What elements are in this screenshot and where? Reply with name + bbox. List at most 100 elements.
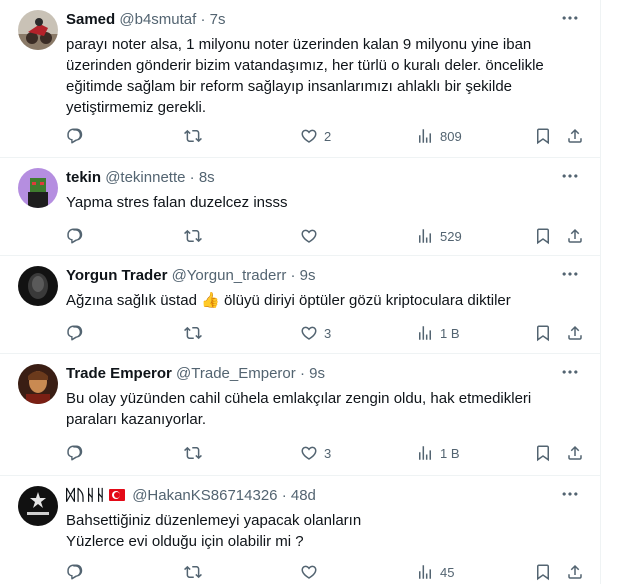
tweet-header: tekin @tekinnette · 8s <box>66 169 215 186</box>
share-button[interactable] <box>566 443 584 463</box>
views-count: 809 <box>440 128 462 144</box>
views-icon <box>416 227 434 245</box>
more-icon[interactable] <box>560 166 580 186</box>
reply-icon <box>66 227 84 245</box>
user-handle[interactable]: @HakanKS86714326 <box>132 487 277 504</box>
reply-button[interactable] <box>66 443 84 463</box>
retweet-button[interactable] <box>184 443 202 463</box>
views-button[interactable]: 1 B <box>416 323 460 343</box>
share-button[interactable] <box>566 126 584 146</box>
heart-icon <box>300 227 318 245</box>
like-count: 2 <box>324 128 332 144</box>
user-handle[interactable]: @tekinnette <box>105 169 185 186</box>
tweet-text: Yapma stres falan duzelcez insss <box>66 194 288 211</box>
bookmark-icon <box>534 127 552 145</box>
bookmark-button[interactable] <box>534 126 552 146</box>
avatar[interactable] <box>18 168 58 208</box>
tweet[interactable]: Trade Emperor @Trade_Emperor · 9s Bu ola… <box>0 354 600 476</box>
share-icon <box>566 227 584 245</box>
user-handle[interactable]: @Trade_Emperor <box>176 365 296 382</box>
bookmark-button[interactable] <box>534 323 552 343</box>
retweet-button[interactable] <box>184 226 202 246</box>
tweet-text: Bahsettiğiniz düzenlemeyi yapacak olanla… <box>66 510 566 552</box>
tweet-header: Samed @b4smutaf · 7s <box>66 11 226 28</box>
more-icon[interactable] <box>560 362 580 382</box>
share-button[interactable] <box>566 562 584 582</box>
tweet[interactable]: Yorgun Trader @Yorgun_traderr · 9s Ağzın… <box>0 256 600 354</box>
display-name[interactable]: Yorgun Trader <box>66 267 167 284</box>
like-count: 3 <box>324 325 332 341</box>
retweet-icon <box>184 127 202 145</box>
timestamp[interactable]: 8s <box>199 169 215 186</box>
tweet-actions: 3 1 B <box>58 323 594 343</box>
tweet-actions: 2 809 <box>58 126 594 146</box>
user-handle[interactable]: @Yorgun_traderr <box>172 267 287 284</box>
views-count: 1 B <box>440 325 460 341</box>
views-icon <box>416 127 434 145</box>
display-name[interactable]: Samed <box>66 11 115 28</box>
tweet[interactable]: tekin @tekinnette · 8s Yapma stres falan… <box>0 158 600 256</box>
like-button[interactable] <box>300 562 318 582</box>
tweet-actions: 3 1 B <box>58 443 594 463</box>
avatar[interactable] <box>18 486 58 526</box>
tweet-text: parayı noter alsa, 1 milyonu noter üzeri… <box>66 36 544 116</box>
thumbs-up-emoji: 👍 <box>201 292 220 309</box>
views-button[interactable]: 45 <box>416 562 454 582</box>
reply-button[interactable] <box>66 323 84 343</box>
views-button[interactable]: 1 B <box>416 443 460 463</box>
avatar[interactable] <box>18 10 58 50</box>
separator-dot: · <box>281 487 287 504</box>
timestamp[interactable]: 9s <box>300 267 316 284</box>
retweet-icon <box>184 227 202 245</box>
like-button[interactable]: 3 <box>300 443 331 463</box>
share-button[interactable] <box>566 323 584 343</box>
more-icon[interactable] <box>560 484 580 504</box>
timestamp[interactable]: 9s <box>309 365 325 382</box>
more-icon[interactable] <box>560 8 580 28</box>
tweet-text: Bu olay yüzünden cahil cühela emlakçılar… <box>66 390 532 428</box>
views-button[interactable]: 809 <box>416 126 462 146</box>
bookmark-button[interactable] <box>534 443 552 463</box>
retweet-icon <box>184 444 202 462</box>
tweet-actions: 529 <box>58 226 594 246</box>
display-name[interactable]: ᛞᚢᚺᚺ <box>66 487 106 504</box>
timestamp[interactable]: 7s <box>210 11 226 28</box>
reply-button[interactable] <box>66 226 84 246</box>
share-button[interactable] <box>566 226 584 246</box>
bookmark-button[interactable] <box>534 562 552 582</box>
reply-button[interactable] <box>66 126 84 146</box>
more-icon[interactable] <box>560 264 580 284</box>
avatar[interactable] <box>18 266 58 306</box>
bookmark-icon <box>534 324 552 342</box>
share-icon <box>566 127 584 145</box>
tweet-header: Yorgun Trader @Yorgun_traderr · 9s <box>66 267 316 284</box>
separator-dot: · <box>189 169 195 186</box>
retweet-button[interactable] <box>184 126 202 146</box>
timeline-feed: Samed @b4smutaf · 7s parayı noter alsa, … <box>0 0 601 584</box>
views-icon <box>416 563 434 581</box>
separator-dot: · <box>200 11 206 28</box>
tweet-text-part: Ağzına sağlık üstad <box>66 292 202 309</box>
like-button[interactable] <box>300 226 318 246</box>
avatar[interactable] <box>18 364 58 404</box>
tweet-header: Trade Emperor @Trade_Emperor · 9s <box>66 365 325 382</box>
tweet[interactable]: ᛞᚢᚺᚺ @HakanKS86714326 · 48d Bahsettiğini… <box>0 476 600 584</box>
like-button[interactable]: 3 <box>300 323 331 343</box>
display-name[interactable]: Trade Emperor <box>66 365 172 382</box>
bookmark-button[interactable] <box>534 226 552 246</box>
reply-button[interactable] <box>66 562 84 582</box>
separator-dot: · <box>290 267 296 284</box>
like-button[interactable]: 2 <box>300 126 331 146</box>
views-button[interactable]: 529 <box>416 226 462 246</box>
retweet-button[interactable] <box>184 323 202 343</box>
views-count: 1 B <box>440 445 460 461</box>
tweet-text-line: Yüzlerce evi olduğu için olabilir mi ? <box>66 533 304 550</box>
retweet-button[interactable] <box>184 562 202 582</box>
retweet-icon <box>184 324 202 342</box>
display-name[interactable]: tekin <box>66 169 101 186</box>
user-handle[interactable]: @b4smutaf <box>119 11 196 28</box>
timestamp[interactable]: 48d <box>291 487 316 504</box>
tweet[interactable]: Samed @b4smutaf · 7s parayı noter alsa, … <box>0 0 600 158</box>
tweet-text-line: Bahsettiğiniz düzenlemeyi yapacak olanla… <box>66 512 362 529</box>
views-icon <box>416 444 434 462</box>
